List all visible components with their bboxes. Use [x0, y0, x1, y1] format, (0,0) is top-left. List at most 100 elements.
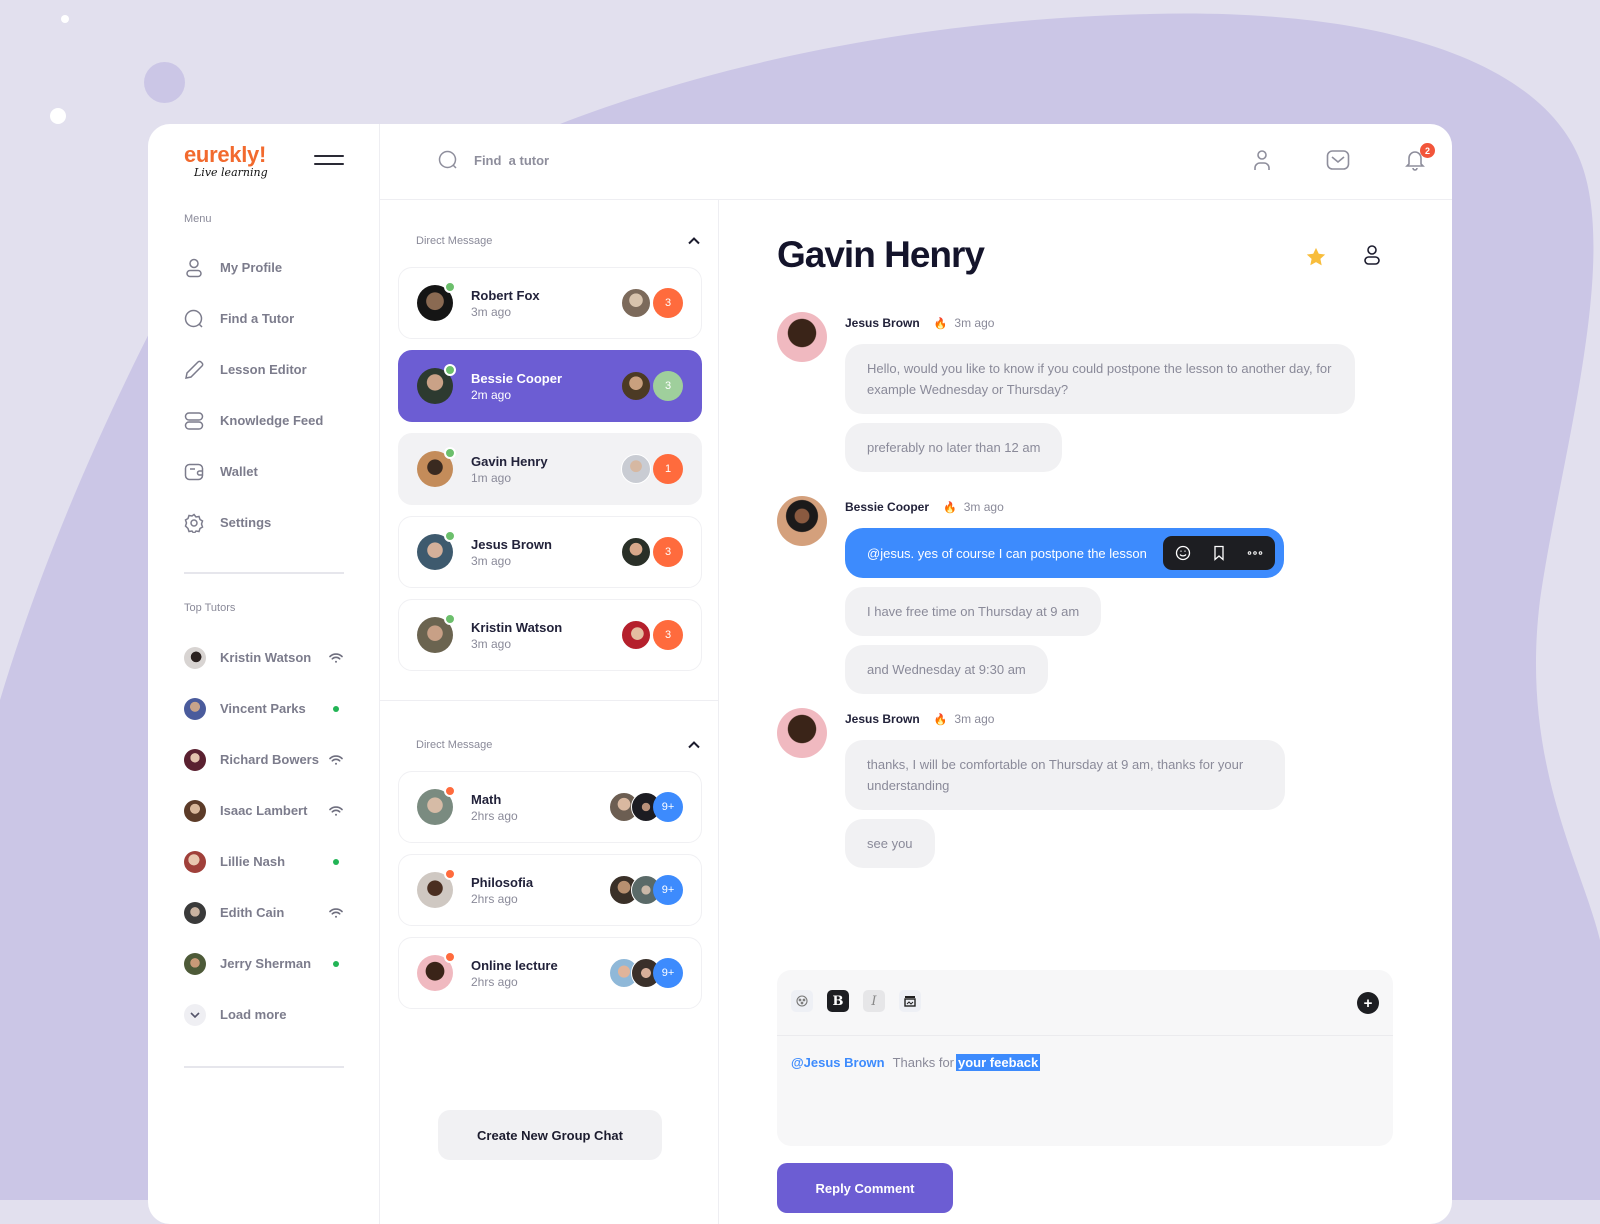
sidebar-item-label: Settings [220, 515, 272, 530]
tutor-item[interactable]: Edith Cain [184, 887, 344, 938]
hamburger-menu-icon[interactable] [314, 155, 344, 167]
tutor-name: Jerry Sherman [220, 956, 312, 971]
message-composer: B I + @Jesus Brown Thanks for your feeba… [777, 970, 1393, 1146]
mail-icon [1326, 149, 1350, 176]
user-icon[interactable] [1363, 244, 1385, 266]
chevron-down-icon [184, 1003, 206, 1026]
avatar [184, 901, 206, 924]
search-input[interactable] [474, 152, 774, 168]
message-bubbles: @jesus. yes of course I can postpone the… [845, 528, 1284, 703]
tutor-item[interactable]: Richard Bowers [184, 734, 344, 785]
message-bubble-selected[interactable]: @jesus. yes of course I can postpone the… [845, 528, 1284, 578]
selected-text: your feeback [956, 1054, 1041, 1071]
tutor-name: Vincent Parks [220, 701, 306, 716]
tutor-item[interactable]: Vincent Parks [184, 683, 344, 734]
wifi-icon [328, 652, 344, 664]
sidebar-item-my-profile[interactable]: My Profile [184, 242, 354, 293]
group-name: Math [471, 791, 502, 807]
search-icon [184, 309, 204, 329]
online-status-dot [444, 364, 456, 376]
online-status-dot [444, 281, 456, 293]
group-chat-item[interactable]: Online lecture 2hrs ago 9+ [398, 937, 702, 1009]
chat-panel: Gavin Henry Jesus Brown 🔥 3m ago Hello, … [719, 200, 1452, 1224]
italic-button[interactable]: I [863, 990, 885, 1012]
unread-count-badge: 3 [653, 371, 683, 401]
sidebar: eurekly! Live learning Menu My Profile F… [148, 124, 380, 1224]
sidebar-item-settings[interactable]: Settings [184, 497, 354, 548]
wifi-icon [328, 907, 344, 919]
logo[interactable]: eurekly! Live learning [184, 144, 274, 184]
bold-button[interactable]: B [827, 990, 849, 1012]
group-chat-item[interactable]: Math 2hrs ago 9+ [398, 771, 702, 843]
profile-button[interactable] [1250, 149, 1274, 174]
sidebar-item-knowledge-feed[interactable]: Knowledge Feed [184, 395, 354, 446]
load-more-label: Load more [220, 1007, 287, 1022]
message-bubbles: Hello, would you like to know if you cou… [845, 344, 1355, 481]
sidebar-nav: My Profile Find a Tutor Lesson Editor Kn… [184, 242, 354, 548]
pencil-icon [184, 360, 204, 380]
online-status-dot [444, 613, 456, 625]
message-header: Bessie Cooper 🔥 3m ago [845, 500, 1004, 514]
conversation-name: Kristin Watson [471, 619, 563, 635]
chevron-up-icon[interactable] [687, 234, 701, 248]
avatar [417, 530, 456, 570]
tutor-item[interactable]: Kristin Watson [184, 632, 344, 683]
member-count-badge: 9+ [653, 792, 683, 822]
group-chat-item[interactable]: Philosofia 2hrs ago 9+ [398, 854, 702, 926]
avatar [184, 799, 206, 822]
reply-comment-button[interactable]: Reply Comment [777, 1163, 953, 1213]
top-tutors-list: Kristin Watson Vincent Parks Richard Bow… [184, 632, 344, 1040]
avatar [417, 613, 456, 653]
sidebar-divider [184, 1066, 344, 1068]
chevron-up-icon[interactable] [687, 738, 701, 752]
message-bubble[interactable]: and Wednesday at 9:30 am [845, 645, 1048, 694]
group-chats-list: Math 2hrs ago 9+ Philosofia 2hrs ago 9+ On… [398, 771, 702, 1020]
conversation-time: 3m ago [471, 553, 512, 568]
messages-button[interactable] [1326, 149, 1350, 176]
avatar [417, 951, 456, 991]
image-icon[interactable] [899, 990, 921, 1012]
notifications-button[interactable]: 2 [1403, 143, 1435, 174]
bookmark-icon[interactable] [1207, 541, 1231, 565]
tutor-item[interactable]: Lillie Nash [184, 836, 344, 887]
create-group-chat-button[interactable]: Create New Group Chat [438, 1110, 662, 1160]
avatar [621, 454, 651, 484]
chat-title: Gavin Henry [777, 234, 985, 275]
sidebar-item-wallet[interactable]: Wallet [184, 446, 354, 497]
conversation-item[interactable]: Gavin Henry 1m ago 1 [398, 433, 702, 505]
message-bubble[interactable]: see you [845, 819, 935, 868]
conversation-name: Bessie Cooper [471, 370, 563, 386]
conversation-item[interactable]: Jesus Brown 3m ago 3 [398, 516, 702, 588]
star-icon[interactable] [1305, 246, 1327, 268]
conversation-item-active[interactable]: Bessie Cooper 2m ago 3 [398, 350, 702, 422]
add-attachment-button[interactable]: + [1357, 992, 1379, 1014]
sidebar-item-label: My Profile [220, 260, 283, 275]
tutor-item[interactable]: Jerry Sherman [184, 938, 344, 989]
sidebar-item-find-a-tutor[interactable]: Find a Tutor [184, 293, 354, 344]
group-name: Online lecture [471, 957, 558, 973]
wallet-icon [184, 462, 204, 482]
sidebar-item-lesson-editor[interactable]: Lesson Editor [184, 344, 354, 395]
emoji-icon[interactable] [791, 990, 813, 1012]
message-bubble[interactable]: Hello, would you like to know if you cou… [845, 344, 1355, 414]
avatar [417, 785, 456, 825]
tutor-name: Richard Bowers [220, 752, 319, 767]
message-actions-toolbar [1162, 536, 1275, 570]
message-bubble[interactable]: I have free time on Thursday at 9 am [845, 587, 1102, 636]
load-more-button[interactable]: Load more [184, 989, 344, 1040]
fire-icon: 🔥 [943, 501, 957, 514]
tutor-item[interactable]: Isaac Lambert [184, 785, 344, 836]
emoji-icon[interactable] [1171, 541, 1195, 565]
conversation-item[interactable]: Robert Fox 3m ago 3 [398, 267, 702, 339]
gear-icon [184, 512, 204, 533]
avatar [777, 312, 827, 362]
online-status-dot [444, 530, 456, 542]
avatar [621, 620, 651, 650]
more-options-icon[interactable] [1243, 541, 1267, 565]
conversation-item[interactable]: Kristin Watson 3m ago 3 [398, 599, 702, 671]
composer-input[interactable]: @Jesus Brown Thanks for your feeback [791, 1054, 1041, 1071]
message-bubble[interactable]: preferably no later than 12 am [845, 423, 1063, 472]
message-bubble[interactable]: thanks, I will be comfortable on Thursda… [845, 740, 1285, 810]
sidebar-item-label: Lesson Editor [220, 362, 307, 377]
wifi-icon [328, 805, 344, 817]
